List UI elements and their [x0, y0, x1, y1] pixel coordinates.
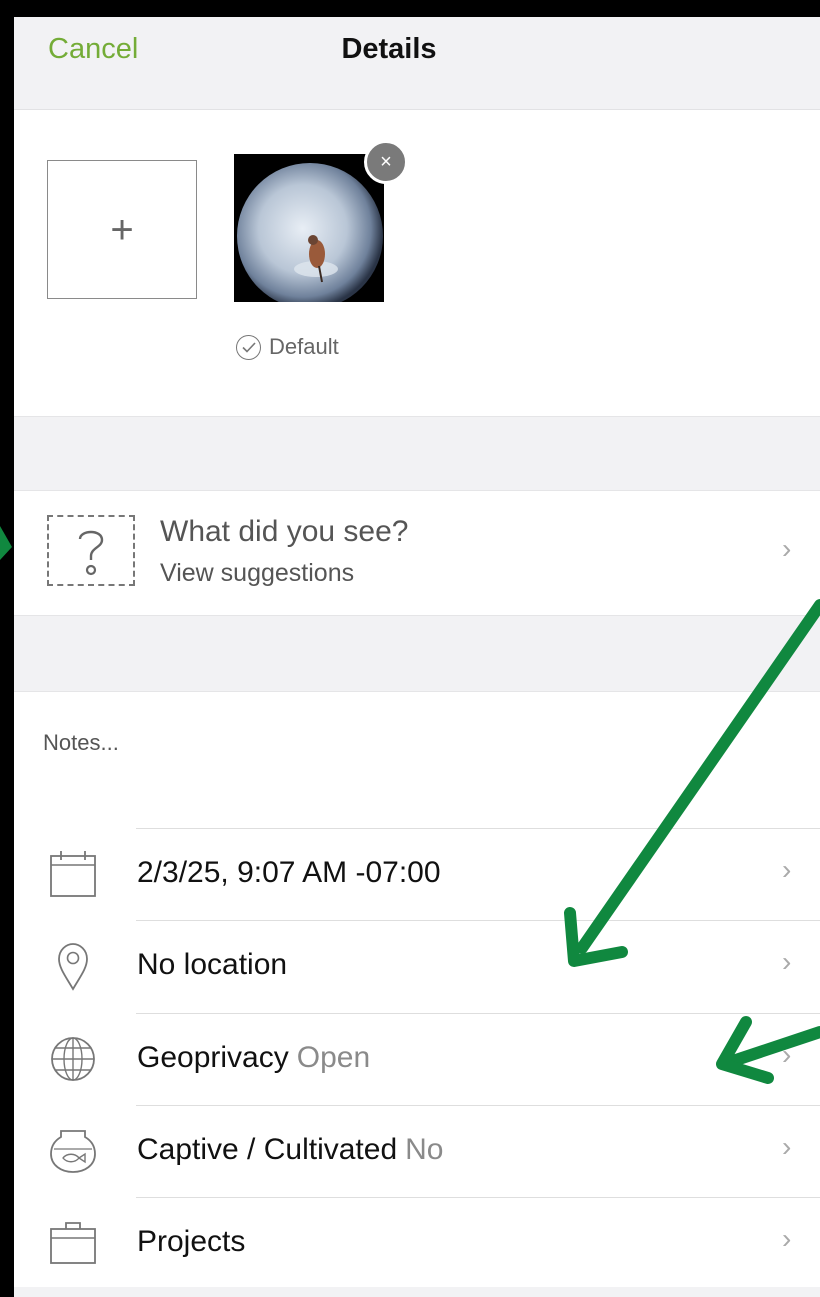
captive-cultivated-row[interactable]: Captive / Cultivated No ›: [14, 1105, 820, 1197]
plus-icon: +: [110, 207, 134, 252]
chevron-right-icon: ›: [782, 1039, 792, 1070]
calendar-icon: [50, 851, 96, 897]
fishbowl-icon: [50, 1130, 96, 1173]
captive-label: Captive / Cultivated: [137, 1133, 398, 1166]
section-spacer: [14, 416, 820, 491]
geoprivacy-label: Geoprivacy: [137, 1041, 289, 1074]
details-screen: Cancel Details + × Default What did you …: [0, 0, 820, 1297]
date-label: 2/3/25, 9:07 AM -07:00: [137, 856, 441, 889]
location-label: No location: [137, 948, 288, 981]
screenshot-border-left: [0, 0, 14, 1297]
captive-value: No: [405, 1133, 444, 1166]
chevron-right-icon: ›: [782, 854, 792, 885]
projects-row[interactable]: Projects ›: [14, 1197, 820, 1289]
photos-section: + × Default: [14, 110, 820, 416]
location-row[interactable]: No location ›: [14, 920, 820, 1012]
add-photo-button[interactable]: +: [47, 160, 197, 299]
section-spacer: [14, 615, 820, 692]
checkmark-circle-icon: [236, 334, 261, 360]
view-suggestions-label: View suggestions: [160, 559, 355, 587]
default-photo-toggle[interactable]: Default: [236, 334, 339, 360]
species-prompt: What did you see?: [160, 515, 409, 548]
page-title: Details: [341, 33, 437, 65]
projects-label: Projects: [137, 1225, 246, 1258]
close-icon: ×: [380, 151, 392, 173]
location-pin-icon: [58, 943, 88, 991]
geoprivacy-value: Open: [296, 1041, 371, 1074]
species-selector[interactable]: What did you see? View suggestions ›: [14, 491, 820, 615]
bottom-spacer: [14, 1287, 820, 1297]
question-mark-icon: [47, 515, 135, 586]
notes-field[interactable]: Notes...: [14, 692, 820, 828]
chevron-right-icon: ›: [782, 1223, 792, 1254]
globe-icon: [51, 1037, 95, 1081]
photo-image: [234, 154, 384, 302]
date-row[interactable]: 2/3/25, 9:07 AM -07:00 ›: [14, 828, 820, 920]
chevron-right-icon: ›: [782, 946, 792, 977]
chevron-right-icon: ›: [782, 533, 792, 564]
notes-placeholder: Notes...: [43, 730, 119, 755]
photo-thumbnail[interactable]: [234, 154, 384, 302]
geoprivacy-row[interactable]: Geoprivacy Open ›: [14, 1013, 820, 1105]
briefcase-icon: [50, 1222, 96, 1264]
chevron-right-icon: ›: [782, 1131, 792, 1162]
default-label: Default: [269, 334, 339, 359]
nav-bar: Cancel Details: [14, 17, 820, 110]
screenshot-border-top: [0, 0, 820, 17]
remove-photo-button[interactable]: ×: [364, 140, 408, 184]
